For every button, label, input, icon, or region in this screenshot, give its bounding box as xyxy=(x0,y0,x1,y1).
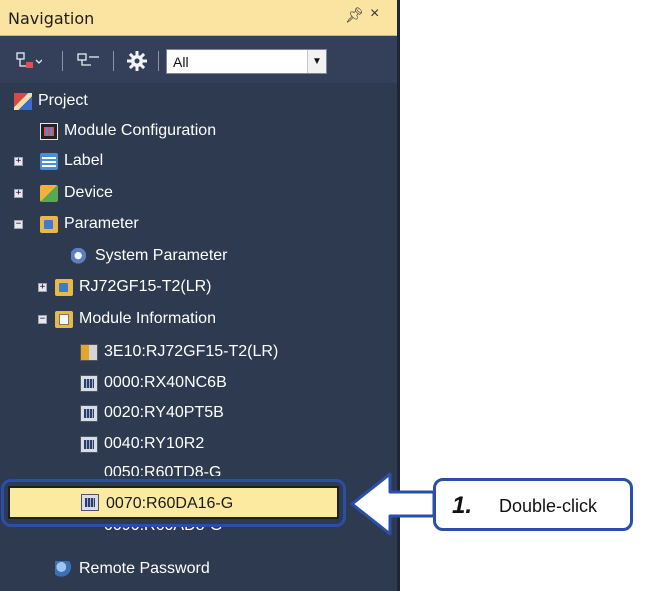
tree-item-module[interactable]: 0020:RY40PT5B xyxy=(80,400,224,426)
tree-item-label: 0040:RY10R2 xyxy=(104,435,205,452)
navigation-title-bar: Navigation 📌︎ × xyxy=(0,0,397,36)
chevron-down-icon[interactable]: ▼ xyxy=(307,50,326,73)
step-action: Double-click xyxy=(499,496,598,516)
tree-item-module[interactable]: 0040:RY10R2 xyxy=(80,431,204,457)
expand-toggle-icon[interactable]: + xyxy=(14,189,23,198)
tree-item-label: Remote Password xyxy=(79,560,210,577)
io-module-icon xyxy=(80,435,98,453)
io-module-icon xyxy=(80,404,98,422)
tree-item-label: Module Configuration xyxy=(64,122,217,139)
tree-item-module-configuration[interactable]: Module Configuration xyxy=(40,118,216,144)
tree-item-device[interactable]: Device xyxy=(40,180,113,206)
tree-item-label: Label xyxy=(64,152,104,169)
navigation-toolbar: All ▼ xyxy=(0,36,397,83)
system-parameter-icon xyxy=(71,247,89,265)
module-configuration-icon xyxy=(40,122,58,140)
tree-item-label: Device xyxy=(64,184,113,201)
parameter-folder-icon xyxy=(40,215,58,233)
tree-item-label: System Parameter xyxy=(95,247,228,264)
label-icon xyxy=(40,152,58,170)
toolbar-separator xyxy=(62,51,63,71)
tree-item-label: 0020:RY40PT5B xyxy=(104,404,224,421)
gear-icon xyxy=(127,51,147,71)
tree-expand-icon xyxy=(16,52,42,68)
tree-item-label: 0000:RX40NC6B xyxy=(104,374,227,391)
project-icon xyxy=(14,92,32,110)
toolbar-separator xyxy=(113,51,114,71)
tree-item-system-parameter[interactable]: System Parameter xyxy=(71,243,227,269)
collapse-toggle-icon[interactable]: − xyxy=(14,220,23,229)
tree-item-label-node[interactable]: Label xyxy=(40,148,103,174)
pin-icon[interactable]: 📌︎ xyxy=(345,6,364,24)
tree-item-label: RJ72GF15-T2(LR) xyxy=(79,278,212,295)
panel-title: Navigation xyxy=(8,9,95,28)
module-information-icon xyxy=(55,310,73,328)
tree-item-module[interactable]: 0090:R60AD8-G xyxy=(104,526,222,546)
expand-collapse-button[interactable] xyxy=(14,49,44,73)
tree-item-selected-module[interactable]: 0070:R60DA16-G xyxy=(8,486,339,519)
tree-item-label: 0070:R60DA16-G xyxy=(106,495,234,512)
settings-button[interactable] xyxy=(122,49,152,73)
network-parameter-icon xyxy=(55,278,73,296)
io-module-icon xyxy=(81,494,99,511)
tree-item-label: 0090:R60AD8-G xyxy=(104,526,222,534)
tree-item-label: Project xyxy=(38,92,88,109)
tree-item-label: 3E10:RJ72GF15-T2(LR) xyxy=(104,343,279,360)
expand-toggle-icon[interactable]: + xyxy=(38,283,47,292)
remote-password-icon xyxy=(55,560,73,578)
tree-item-label: 0050:R60TD8-G xyxy=(104,464,222,476)
instruction-callout: 1. Double-click xyxy=(433,478,633,531)
io-module-icon xyxy=(80,374,98,392)
filter-value: All xyxy=(173,54,189,70)
tree-item-module[interactable]: 0050:R60TD8-G xyxy=(104,464,221,476)
tree-item-module[interactable]: 0000:RX40NC6B xyxy=(80,370,227,396)
filter-dropdown[interactable]: All ▼ xyxy=(166,49,327,74)
tree-item-label: Module Information xyxy=(79,310,216,327)
tree-item-module-information[interactable]: Module Information xyxy=(55,306,216,332)
pointer-arrow xyxy=(350,472,436,536)
tree-item-remote-password[interactable]: Remote Password xyxy=(55,556,210,582)
tree-item-module[interactable]: 3E10:RJ72GF15-T2(LR) xyxy=(80,339,278,365)
toolbar-separator xyxy=(158,51,159,71)
network-module-icon xyxy=(80,343,98,361)
tree-item-rj72-parameter[interactable]: RJ72GF15-T2(LR) xyxy=(55,274,211,300)
tree-item-project[interactable]: Project xyxy=(14,88,88,114)
tree-item-parameter[interactable]: Parameter xyxy=(40,211,139,237)
step-number: 1. xyxy=(452,492,473,519)
collapse-tree-button[interactable] xyxy=(74,49,104,73)
tree-collapse-icon xyxy=(77,53,99,66)
device-icon xyxy=(40,184,58,202)
expand-toggle-icon[interactable]: + xyxy=(14,157,23,166)
collapse-toggle-icon[interactable]: − xyxy=(38,315,47,324)
tree-item-label: Parameter xyxy=(64,215,139,232)
close-icon[interactable]: × xyxy=(370,5,379,23)
